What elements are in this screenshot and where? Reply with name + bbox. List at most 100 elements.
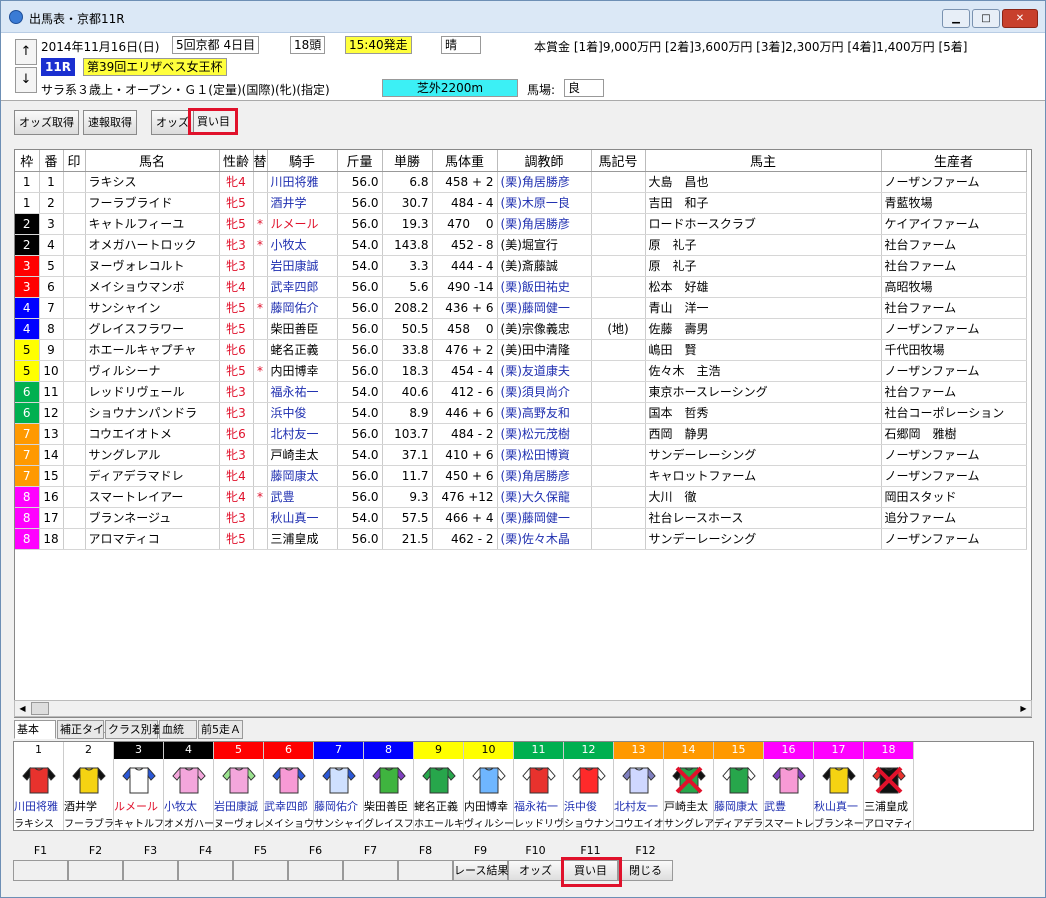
- odds-cell: 37.1: [382, 444, 433, 466]
- col-waku-header[interactable]: 枠: [15, 150, 40, 172]
- horse-number-cell: 9: [39, 339, 64, 361]
- silk-column[interactable]: 11 福永祐一レッドリヴェール: [514, 742, 564, 830]
- silk-column[interactable]: 7 藤岡佑介サンシャイン: [314, 742, 364, 830]
- scroll-right-icon[interactable]: ▶: [1016, 701, 1031, 716]
- table-row[interactable]: 7 13 コウエイオトメ 牝6 北村友一 56.0 103.7 484 - 2 (栗)松元茂樹 西…: [15, 423, 1027, 445]
- col-owner-header[interactable]: 馬主: [645, 150, 882, 172]
- table-row[interactable]: 6 12 ショウナンパンドラ 牝3 浜中俊 54.0 8.9 446 + 6 (栗)高野友和 国本…: [15, 402, 1027, 424]
- col-weight-header[interactable]: 斤量: [337, 150, 383, 172]
- minimize-button[interactable]: ▁: [942, 9, 970, 28]
- waku-cell: 7: [15, 423, 40, 445]
- table-row[interactable]: 8 16 スマートレイアー 牝4 * 武豊 56.0 9.3 476 +12 (栗)大久保龍 大川 …: [15, 486, 1027, 508]
- jockey-silk-icon: [222, 766, 256, 794]
- silk-column[interactable]: 5 岩田康誠ヌーヴォレコルト: [214, 742, 264, 830]
- col-breeder-header[interactable]: 生産者: [881, 150, 1027, 172]
- col-mark-header[interactable]: 印: [63, 150, 86, 172]
- jockey-cell: 藤岡康太: [267, 465, 338, 487]
- horizontal-scrollbar[interactable]: ◀ ▶: [14, 700, 1032, 717]
- fkey-button-f2[interactable]: [68, 860, 123, 881]
- fkey-button-f4[interactable]: [178, 860, 233, 881]
- fkey-button-f7[interactable]: [343, 860, 398, 881]
- table-row[interactable]: 1 2 フーラブライド 牝5 酒井学 56.0 30.7 484 - 4 (栗)木原一良 吉田 和…: [15, 192, 1027, 214]
- table-row[interactable]: 3 6 メイショウマンボ 牝4 武幸四郎 56.0 5.6 490 -14 (栗)飯田祐史 松本 …: [15, 276, 1027, 298]
- silk-column[interactable]: 3 ルメールキャトルフィーユ: [114, 742, 164, 830]
- silk-column[interactable]: 2 酒井学フーラブライド: [64, 742, 114, 830]
- jockey-change-cell: *: [253, 486, 268, 508]
- silk-column[interactable]: 17 秋山真一ブランネージュ: [814, 742, 864, 830]
- fkey-button-f3[interactable]: [123, 860, 178, 881]
- table-row[interactable]: 5 10 ヴィルシーナ 牝5 * 内田博幸 56.0 18.3 454 - 4 (栗)友道康夫 佐々…: [15, 360, 1027, 382]
- col-horse-header[interactable]: 馬名: [85, 150, 220, 172]
- silk-column[interactable]: 6 武幸四郎メイショウマンボ: [264, 742, 314, 830]
- scroll-left-icon[interactable]: ◀: [15, 701, 30, 716]
- horse-mark-cell: (地): [591, 318, 646, 340]
- table-row[interactable]: 7 15 ディアデラマドレ 牝4 藤岡康太 56.0 11.7 450 + 6 (栗)角居勝彦 キ…: [15, 465, 1027, 487]
- fkey-button-f6[interactable]: [288, 860, 343, 881]
- jockey-cell: ルメール: [267, 213, 338, 235]
- silk-horse-name: ヌーヴォレコルト: [214, 819, 264, 830]
- silk-column[interactable]: 1 川田将雅 ラキシス: [14, 742, 64, 830]
- silk-number: 13: [614, 742, 663, 759]
- horse-mark-cell: [591, 423, 646, 445]
- table-row[interactable]: 8 18 アロマティコ 牝5 三浦皇成 56.0 21.5 462 - 2 (栗)佐々木晶 サンデ…: [15, 528, 1027, 550]
- col-sexage-header[interactable]: 性齢: [219, 150, 254, 172]
- next-race-button[interactable]: ↓: [15, 67, 37, 93]
- table-row[interactable]: 8 17 ブランネージュ 牝3 秋山真一 54.0 57.5 466 + 4 (栗)藤岡健一 社台…: [15, 507, 1027, 529]
- col-odds-header[interactable]: 単勝: [382, 150, 433, 172]
- table-row[interactable]: 3 5 ヌーヴォレコルト 牝3 岩田康誠 54.0 3.3 444 - 4 (美)斎藤誠 原 礼子…: [15, 255, 1027, 277]
- silk-number: 18: [864, 742, 913, 759]
- table-row[interactable]: 2 4 オメガハートロック 牝3 * 小牧太 54.0 143.8 452 - 8 (美)堀宣行 原…: [15, 234, 1027, 256]
- quick-get-button[interactable]: 速報取得: [83, 110, 137, 135]
- jockey-change-cell: *: [253, 213, 268, 235]
- table-row[interactable]: 5 9 ホエールキャプチャ 牝6 蛯名正義 56.0 33.8 476 + 2 (美)田中清隆 嶋…: [15, 339, 1027, 361]
- silk-column[interactable]: 9 蛯名正義ホエールキャプチャ: [414, 742, 464, 830]
- silk-column[interactable]: 8 柴田善臣グレイスフラワー: [364, 742, 414, 830]
- fkey-button-f12[interactable]: 閉じる: [618, 860, 673, 881]
- table-row[interactable]: 4 8 グレイスフラワー 牝5 柴田善臣 56.0 50.5 458 0 (美)宗像義忠 (地) 佐…: [15, 318, 1027, 340]
- tab-3[interactable]: 血統: [159, 720, 197, 739]
- breeder-cell: ノーザンファーム: [881, 171, 1027, 193]
- odds-get-button[interactable]: オッズ取得: [14, 110, 79, 135]
- close-window-button[interactable]: ✕: [1002, 9, 1038, 28]
- jockey-cell: 川田将雅: [267, 171, 338, 193]
- col-horsemark-header[interactable]: 馬記号: [591, 150, 646, 172]
- breeder-cell: 社台ファーム: [881, 255, 1027, 277]
- silk-column[interactable]: 10 内田博幸ヴィルシーナ: [464, 742, 514, 830]
- tab-0[interactable]: 基本: [14, 720, 56, 739]
- silk-column[interactable]: 13 北村友一コウエイオトメ: [614, 742, 664, 830]
- col-change-header[interactable]: 替: [253, 150, 268, 172]
- silk-horse-name: フーラブライド: [64, 819, 114, 830]
- table-row[interactable]: 1 1 ラキシス 牝4 川田将雅 56.0 6.8 458 + 2 (栗)角居勝彦 大島 昌也 ノー…: [15, 171, 1027, 193]
- col-jockey-header[interactable]: 騎手: [267, 150, 338, 172]
- maximize-button[interactable]: □: [972, 9, 1000, 28]
- silk-column[interactable]: 15 藤岡康太ディアデラマドレ: [714, 742, 764, 830]
- silk-column[interactable]: 16 武豊スマートレイアー: [764, 742, 814, 830]
- silk-horse-name: サングレアル: [664, 819, 714, 830]
- table-row[interactable]: 2 3 キャトルフィーユ 牝5 * ルメール 56.0 19.3 470 0 (栗)角居勝彦 ロード…: [15, 213, 1027, 235]
- silk-column[interactable]: 12 浜中俊ショウナンパンドラ: [564, 742, 614, 830]
- fkey-button-f8[interactable]: [398, 860, 453, 881]
- horse-number-cell: 7: [39, 297, 64, 319]
- fkey-button-f1[interactable]: [13, 860, 68, 881]
- fkey-button-f5[interactable]: [233, 860, 288, 881]
- col-num-header[interactable]: 番: [39, 150, 64, 172]
- table-row[interactable]: 4 7 サンシャイン 牝5 * 藤岡佑介 56.0 208.2 436 + 6 (栗)藤岡健一 青山…: [15, 297, 1027, 319]
- tab-2[interactable]: クラス別着: [105, 720, 163, 739]
- scroll-thumb[interactable]: [31, 702, 49, 715]
- tab-1[interactable]: 補正タイム: [57, 720, 115, 739]
- col-trainer-header[interactable]: 調教師: [497, 150, 592, 172]
- table-row[interactable]: 7 14 サングレアル 牝3 戸崎圭太 54.0 37.1 410 + 6 (栗)松田博資 サンデ…: [15, 444, 1027, 466]
- prev-race-button[interactable]: ↑: [15, 39, 37, 65]
- silk-column[interactable]: 14 戸崎圭太サングレアル: [664, 742, 714, 830]
- silk-column[interactable]: 4 小牧太オメガハートロック: [164, 742, 214, 830]
- silk-jockey-name: 蛯名正義: [414, 800, 458, 813]
- jockey-change-cell: [253, 255, 268, 277]
- horse-number-cell: 17: [39, 507, 64, 529]
- col-bodyweight-header[interactable]: 馬体重: [432, 150, 498, 172]
- fkey-button-f9[interactable]: レース結果: [453, 860, 508, 881]
- silk-column[interactable]: 18 三浦皇成アロマティコ: [864, 742, 914, 830]
- table-row[interactable]: 6 11 レッドリヴェール 牝3 福永祐一 54.0 40.6 412 - 6 (栗)須貝尚介 東…: [15, 381, 1027, 403]
- tab-4[interactable]: 前5走Ａ: [198, 720, 243, 739]
- fkey-button-f10[interactable]: オッズ: [508, 860, 563, 881]
- jockey-silk-icon: [322, 766, 356, 794]
